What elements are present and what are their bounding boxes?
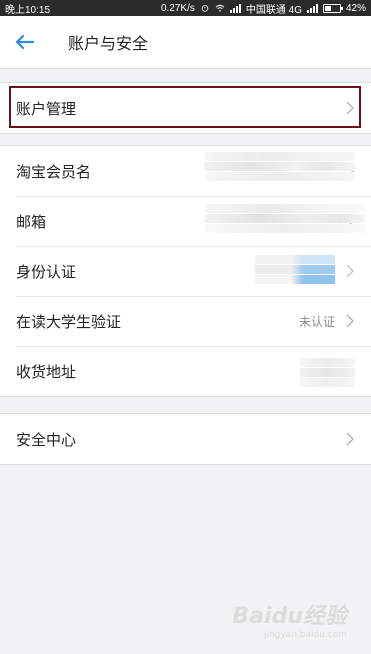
chevron-right-icon [346, 264, 355, 278]
battery-icon [322, 3, 343, 13]
security-center-row[interactable]: 安全中心 [0, 414, 371, 464]
page-title: 账户与安全 [68, 36, 149, 53]
back-arrow-icon [15, 34, 34, 50]
chevron-right-icon [346, 314, 355, 328]
back-button[interactable] [2, 16, 46, 68]
security-center-label: 安全中心 [16, 431, 77, 449]
watermark-subtext: jingyan.baidu.com [263, 630, 347, 640]
account-management-label: 账户管理 [16, 100, 77, 118]
status-time: 晚上10:15 [5, 4, 51, 16]
alarm-icon [201, 5, 209, 12]
battery-level: 42% [345, 2, 366, 14]
student-verification-row[interactable]: 在读大学生验证 未认证 [0, 296, 371, 346]
app-bar: 账户与安全 [0, 16, 371, 69]
carrier-label: 中国联通 4G [245, 4, 302, 16]
pixelated-member-name [205, 152, 355, 181]
baidu-watermark: Baidu经验 jingyan.baidu.com [232, 598, 347, 640]
network-speed: 0.27K/s [160, 2, 195, 14]
status-bar: 晚上10:15 0.27K/s 中国联通 4G 42% [0, 0, 371, 16]
wifi-icon [215, 4, 225, 12]
chevron-right-icon [346, 101, 355, 115]
security-group: 安全中心 [0, 413, 371, 465]
pixelated-address [300, 358, 355, 387]
signal-bars-icon [306, 3, 318, 13]
chevron-right-icon [346, 432, 355, 446]
signal-icon [229, 3, 241, 13]
pixelated-email [205, 204, 365, 233]
account-management-group: 账户管理 [0, 82, 371, 134]
account-management-row[interactable]: 账户管理 [0, 83, 371, 133]
pixelated-identity [255, 255, 335, 284]
student-verification-status: 未认证 [298, 314, 335, 329]
student-verification-label: 在读大学生验证 [16, 313, 122, 331]
watermark-text: Baidu经验 [232, 604, 347, 629]
